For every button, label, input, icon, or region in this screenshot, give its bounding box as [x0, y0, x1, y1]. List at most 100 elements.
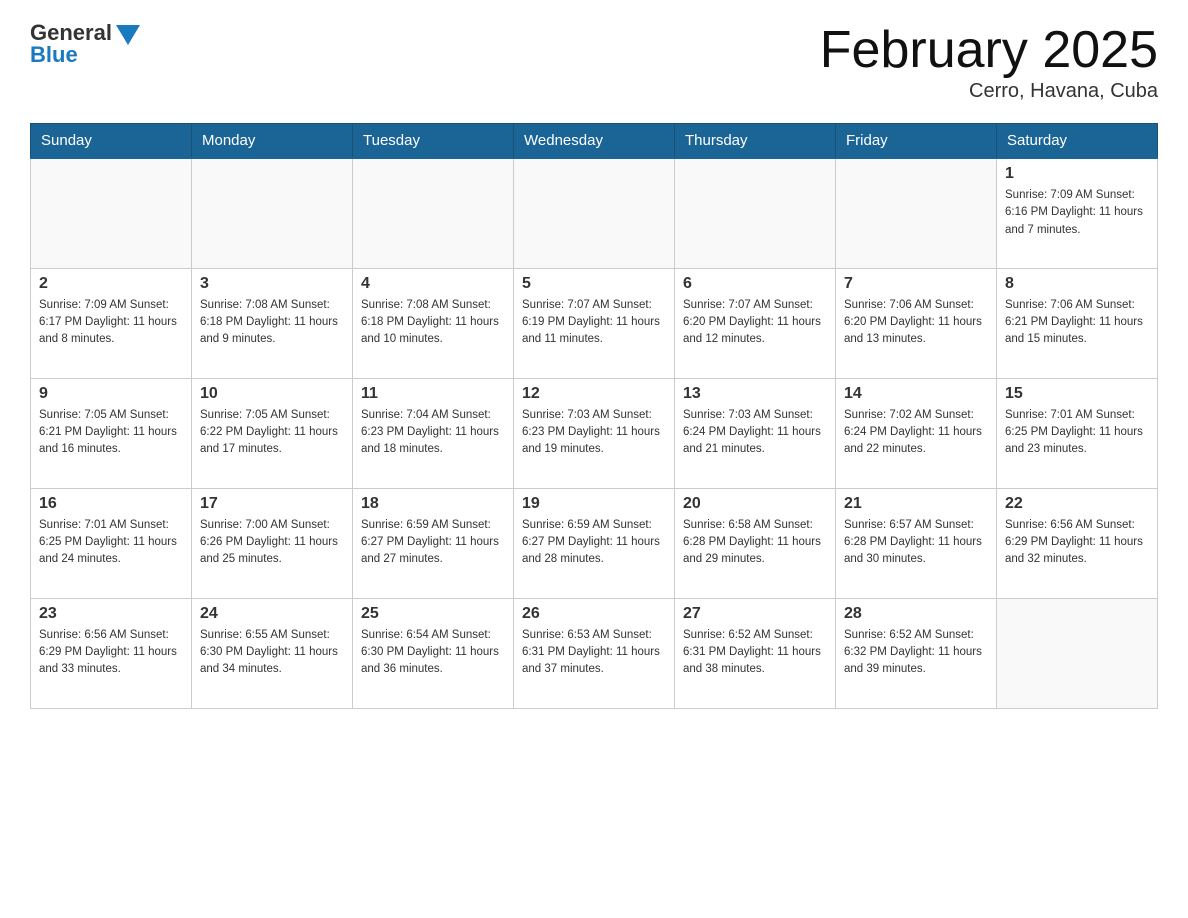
day-info: Sunrise: 7:04 AM Sunset: 6:23 PM Dayligh…	[361, 407, 505, 459]
day-number: 2	[39, 275, 183, 293]
calendar-cell: 4 Sunrise: 7:08 AM Sunset: 6:18 PM Daylig…	[353, 268, 514, 378]
calendar-cell: 17Sunrise: 7:00 AM Sunset: 6:26 PM Dayli…	[192, 488, 353, 598]
day-info: Sunrise: 6:57 AM Sunset: 6:28 PM Dayligh…	[844, 517, 988, 569]
weekday-header-sunday: Sunday	[31, 124, 192, 159]
day-info: Sunrise: 7:01 AM Sunset: 6:25 PM Dayligh…	[1005, 407, 1149, 459]
weekday-header-saturday: Saturday	[997, 124, 1158, 159]
day-number: 19	[522, 495, 666, 513]
calendar-cell	[836, 158, 997, 268]
calendar-cell: 28 Sunrise: 6:52 AM Sunset: 6:32 PM Dayli…	[836, 598, 997, 708]
day-info: Sunrise: 7:07 AM Sunset: 6:20 PM Dayligh…	[683, 297, 827, 349]
day-info: Sunrise: 7:09 AM Sunset: 6:16 PM Dayligh…	[1005, 187, 1149, 239]
calendar-cell: 23Sunrise: 6:56 AM Sunset: 6:29 PM Dayli…	[31, 598, 192, 708]
calendar-cell: 24 Sunrise: 6:55 AM Sunset: 6:30 PM Dayli…	[192, 598, 353, 708]
calendar-cell: 21 Sunrise: 6:57 AM Sunset: 6:28 PM Dayli…	[836, 488, 997, 598]
calendar-cell: 3 Sunrise: 7:08 AM Sunset: 6:18 PM Daylig…	[192, 268, 353, 378]
calendar-cell	[31, 158, 192, 268]
title-section: February 2025 Cerro, Havana, Cuba	[820, 20, 1158, 103]
location-subtitle: Cerro, Havana, Cuba	[820, 80, 1158, 103]
calendar-cell: 6 Sunrise: 7:07 AM Sunset: 6:20 PM Daylig…	[675, 268, 836, 378]
calendar-week-row: 2 Sunrise: 7:09 AM Sunset: 6:17 PM Daylig…	[31, 268, 1158, 378]
calendar-week-row: 1 Sunrise: 7:09 AM Sunset: 6:16 PM Daylig…	[31, 158, 1158, 268]
calendar-cell: 19 Sunrise: 6:59 AM Sunset: 6:27 PM Dayli…	[514, 488, 675, 598]
day-info: Sunrise: 7:09 AM Sunset: 6:17 PM Dayligh…	[39, 297, 183, 349]
day-info: Sunrise: 6:52 AM Sunset: 6:31 PM Dayligh…	[683, 627, 827, 679]
calendar-cell: 26 Sunrise: 6:53 AM Sunset: 6:31 PM Dayli…	[514, 598, 675, 708]
day-number: 24	[200, 605, 344, 623]
calendar-cell: 7 Sunrise: 7:06 AM Sunset: 6:20 PM Daylig…	[836, 268, 997, 378]
day-info: Sunrise: 7:08 AM Sunset: 6:18 PM Dayligh…	[361, 297, 505, 349]
day-number: 28	[844, 605, 988, 623]
day-info: Sunrise: 6:58 AM Sunset: 6:28 PM Dayligh…	[683, 517, 827, 569]
calendar-cell	[675, 158, 836, 268]
day-number: 25	[361, 605, 505, 623]
day-number: 16	[39, 495, 183, 513]
day-number: 7	[844, 275, 988, 293]
calendar-cell: 20 Sunrise: 6:58 AM Sunset: 6:28 PM Dayli…	[675, 488, 836, 598]
day-number: 8	[1005, 275, 1149, 293]
day-number: 11	[361, 385, 505, 403]
calendar-cell: 13Sunrise: 7:03 AM Sunset: 6:24 PM Dayli…	[675, 378, 836, 488]
calendar-cell: 12 Sunrise: 7:03 AM Sunset: 6:23 PM Dayli…	[514, 378, 675, 488]
calendar-cell	[997, 598, 1158, 708]
day-number: 12	[522, 385, 666, 403]
day-info: Sunrise: 7:02 AM Sunset: 6:24 PM Dayligh…	[844, 407, 988, 459]
day-info: Sunrise: 7:08 AM Sunset: 6:18 PM Dayligh…	[200, 297, 344, 349]
calendar-cell	[514, 158, 675, 268]
logo-triangle-icon	[116, 25, 140, 45]
day-info: Sunrise: 7:05 AM Sunset: 6:22 PM Dayligh…	[200, 407, 344, 459]
day-number: 27	[683, 605, 827, 623]
day-info: Sunrise: 6:56 AM Sunset: 6:29 PM Dayligh…	[1005, 517, 1149, 569]
weekday-header-row: SundayMondayTuesdayWednesdayThursdayFrid…	[31, 124, 1158, 159]
day-info: Sunrise: 6:59 AM Sunset: 6:27 PM Dayligh…	[522, 517, 666, 569]
calendar-week-row: 9 Sunrise: 7:05 AM Sunset: 6:21 PM Daylig…	[31, 378, 1158, 488]
calendar-cell	[192, 158, 353, 268]
day-number: 4	[361, 275, 505, 293]
day-number: 3	[200, 275, 344, 293]
calendar-cell: 14Sunrise: 7:02 AM Sunset: 6:24 PM Dayli…	[836, 378, 997, 488]
day-info: Sunrise: 6:52 AM Sunset: 6:32 PM Dayligh…	[844, 627, 988, 679]
calendar-cell: 1 Sunrise: 7:09 AM Sunset: 6:16 PM Daylig…	[997, 158, 1158, 268]
day-info: Sunrise: 7:06 AM Sunset: 6:20 PM Dayligh…	[844, 297, 988, 349]
calendar-week-row: 16 Sunrise: 7:01 AM Sunset: 6:25 PM Dayli…	[31, 488, 1158, 598]
month-title: February 2025	[820, 20, 1158, 80]
day-number: 9	[39, 385, 183, 403]
calendar-cell: 8 Sunrise: 7:06 AM Sunset: 6:21 PM Daylig…	[997, 268, 1158, 378]
weekday-header-wednesday: Wednesday	[514, 124, 675, 159]
calendar-cell: 18Sunrise: 6:59 AM Sunset: 6:27 PM Dayli…	[353, 488, 514, 598]
day-number: 6	[683, 275, 827, 293]
calendar-table: SundayMondayTuesdayWednesdayThursdayFrid…	[30, 123, 1158, 709]
calendar-cell: 2 Sunrise: 7:09 AM Sunset: 6:17 PM Daylig…	[31, 268, 192, 378]
calendar-cell: 11 Sunrise: 7:04 AM Sunset: 6:23 PM Dayli…	[353, 378, 514, 488]
calendar-cell: 10Sunrise: 7:05 AM Sunset: 6:22 PM Dayli…	[192, 378, 353, 488]
day-number: 21	[844, 495, 988, 513]
day-info: Sunrise: 6:53 AM Sunset: 6:31 PM Dayligh…	[522, 627, 666, 679]
day-info: Sunrise: 7:06 AM Sunset: 6:21 PM Dayligh…	[1005, 297, 1149, 349]
calendar-cell	[353, 158, 514, 268]
weekday-header-tuesday: Tuesday	[353, 124, 514, 159]
day-info: Sunrise: 7:05 AM Sunset: 6:21 PM Dayligh…	[39, 407, 183, 459]
calendar-cell: 27 Sunrise: 6:52 AM Sunset: 6:31 PM Dayli…	[675, 598, 836, 708]
day-number: 1	[1005, 165, 1149, 183]
logo: General Blue	[30, 20, 140, 68]
calendar-cell: 9 Sunrise: 7:05 AM Sunset: 6:21 PM Daylig…	[31, 378, 192, 488]
day-info: Sunrise: 7:03 AM Sunset: 6:23 PM Dayligh…	[522, 407, 666, 459]
day-number: 20	[683, 495, 827, 513]
calendar-cell: 15 Sunrise: 7:01 AM Sunset: 6:25 PM Dayli…	[997, 378, 1158, 488]
day-number: 15	[1005, 385, 1149, 403]
day-info: Sunrise: 6:55 AM Sunset: 6:30 PM Dayligh…	[200, 627, 344, 679]
day-number: 23	[39, 605, 183, 623]
day-number: 13	[683, 385, 827, 403]
day-info: Sunrise: 7:01 AM Sunset: 6:25 PM Dayligh…	[39, 517, 183, 569]
day-number: 5	[522, 275, 666, 293]
calendar-week-row: 23Sunrise: 6:56 AM Sunset: 6:29 PM Dayli…	[31, 598, 1158, 708]
calendar-cell: 25 Sunrise: 6:54 AM Sunset: 6:30 PM Dayli…	[353, 598, 514, 708]
page-header: General Blue February 2025 Cerro, Havana…	[30, 20, 1158, 103]
day-info: Sunrise: 7:00 AM Sunset: 6:26 PM Dayligh…	[200, 517, 344, 569]
day-info: Sunrise: 6:54 AM Sunset: 6:30 PM Dayligh…	[361, 627, 505, 679]
calendar-cell: 16 Sunrise: 7:01 AM Sunset: 6:25 PM Dayli…	[31, 488, 192, 598]
logo-blue-text: Blue	[30, 42, 78, 68]
calendar-cell: 5Sunrise: 7:07 AM Sunset: 6:19 PM Daylig…	[514, 268, 675, 378]
weekday-header-monday: Monday	[192, 124, 353, 159]
day-number: 26	[522, 605, 666, 623]
